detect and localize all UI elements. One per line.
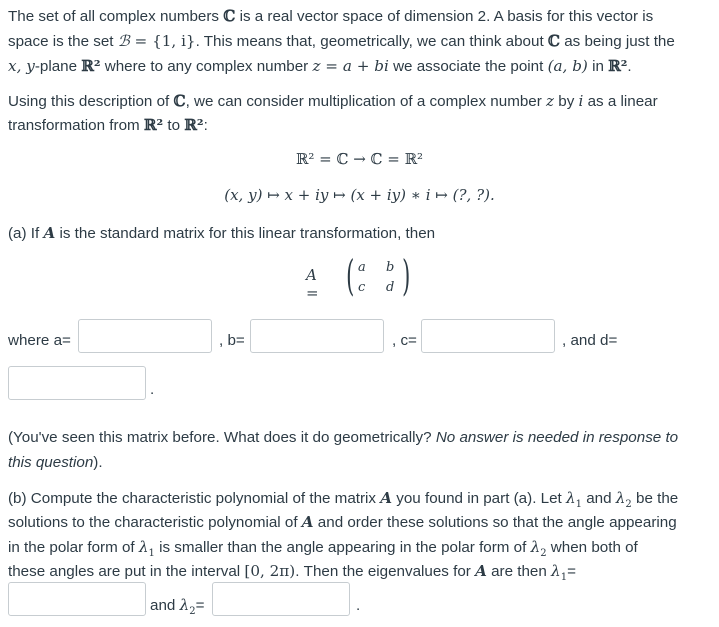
label-d: , and d= [562, 332, 618, 349]
text: is smaller than the angle appearing in t… [154, 539, 531, 556]
complex-set-symbol: ℂ [547, 32, 560, 50]
math-z-equation: z = a + bi [312, 57, 389, 75]
text: is a real vector space of dimension 2. A… [235, 8, 654, 25]
r2-symbol: ℝ² [143, 116, 164, 134]
right-paren: ) [402, 251, 411, 300]
text: (b) Compute the characteristic polynomia… [8, 490, 381, 507]
lambda-symbol: λ [615, 489, 626, 507]
text: The set of all complex numbers [8, 8, 224, 25]
text: = [567, 563, 576, 580]
text: and [150, 597, 180, 614]
lambda-symbol: λ [551, 562, 561, 580]
display-equation-1: ℝ² = ℂ → ℂ = ℝ² [295, 150, 424, 168]
para2-line-2: transformation from ℝ² to ℝ²: [8, 113, 208, 138]
para2-line-1: Using this description of ℂ, we can cons… [8, 89, 658, 114]
text: in the polar form of [8, 539, 139, 556]
math-point: (a, b) [547, 57, 588, 75]
period: . [356, 597, 361, 614]
answer-c-input[interactable] [421, 319, 555, 353]
text: -plane [34, 58, 82, 75]
text: and [581, 490, 616, 507]
text: Using this description of [8, 93, 174, 110]
lambda2-input[interactable] [212, 582, 350, 616]
text: as a linear [583, 93, 658, 110]
complex-set-symbol: ℂ [223, 7, 236, 25]
left-paren: ( [346, 251, 355, 300]
answer-a-input[interactable] [78, 319, 212, 353]
text: and order these solutions so that the an… [313, 514, 677, 531]
matrix-symbol: A [380, 489, 393, 507]
text: are then [486, 563, 552, 580]
matrix-cell-d: d [386, 280, 395, 295]
text: you found in part (a). Let [392, 490, 566, 507]
r2-symbol: ℝ² [184, 116, 204, 134]
lambda-symbol: λ [138, 538, 149, 556]
text: solutions to the characteristic polynomi… [8, 514, 302, 531]
intro-line-3: x, y-plane ℝ² where to any complex numbe… [8, 54, 632, 79]
text: . Then the eigenvalues for [295, 563, 476, 580]
text: these angles are put in the interval [8, 563, 245, 580]
text: (You've seen this matrix before. What do… [8, 429, 436, 446]
label-b: , b= [219, 332, 245, 349]
matrix-symbol: A [301, 513, 314, 531]
label-lambda2: and λ2= [150, 593, 204, 624]
basis-symbol: ℬ [117, 32, 130, 50]
intro-line-1: The set of all complex numbers ℂ is a re… [8, 4, 653, 29]
text: is the standard matrix for this linear t… [55, 225, 436, 242]
display-equation-2: (x, y) ↦ x + iy ↦ (x + iy) ∗ i ↦ (?, ?). [224, 186, 495, 204]
matrix-cell-c: c [358, 280, 366, 295]
math-interval: [0, 2π) [244, 562, 296, 580]
math-z: z [546, 92, 555, 110]
matrix-lhs: A = [306, 266, 319, 302]
text: when both of [546, 539, 638, 556]
matrix-cell-a: a [358, 260, 366, 275]
intro-line-2: space is the set ℬ = {1, i}. This means … [8, 29, 675, 54]
lambda-symbol: λ [565, 489, 576, 507]
text: , we can consider multiplication of a co… [185, 93, 547, 110]
lambda-symbol: λ [179, 596, 190, 614]
text: in [587, 58, 609, 75]
italic-text: this question [8, 454, 94, 471]
r2-symbol: ℝ² [81, 57, 101, 75]
basis-set: = {1, i} [129, 32, 196, 50]
label-a: where a= [8, 332, 71, 349]
lambda-symbol: λ [530, 538, 541, 556]
italic-text: No answer is needed in response to [435, 429, 679, 446]
text: by [554, 93, 579, 110]
part-a-prompt: (a) If A is the standard matrix for this… [8, 221, 435, 246]
text: = [195, 597, 205, 614]
r2-symbol: ℝ² [608, 57, 628, 75]
text: transformation from [8, 117, 144, 134]
matrix-symbol: A [475, 562, 487, 580]
answer-d-input[interactable] [8, 366, 146, 400]
part-b-line-2: solutions to the characteristic polynomi… [8, 510, 677, 535]
text: ). [93, 454, 103, 471]
lambda1-input[interactable] [8, 582, 146, 616]
period: . [150, 381, 155, 398]
text: . [627, 58, 632, 75]
text: . This means that, geometrically, we can… [195, 33, 548, 50]
answer-b-input[interactable] [250, 319, 384, 353]
text: (a) If [8, 225, 44, 242]
text: : [203, 117, 208, 134]
complex-set-symbol: ℂ [173, 92, 186, 110]
matrix-symbol: A [43, 224, 56, 242]
text: we associate the point [388, 58, 548, 75]
text: space is the set [8, 33, 118, 50]
text: where to any complex number [100, 58, 313, 75]
math-xy: x, y [8, 57, 35, 75]
note-line-1: (You've seen this matrix before. What do… [8, 426, 678, 450]
text: be the [631, 490, 679, 507]
text: as being just the [560, 33, 675, 50]
text: to [163, 117, 185, 134]
label-c: , c= [392, 332, 417, 349]
matrix-cell-b: b [386, 260, 395, 275]
note-line-2: this question). [8, 451, 103, 475]
